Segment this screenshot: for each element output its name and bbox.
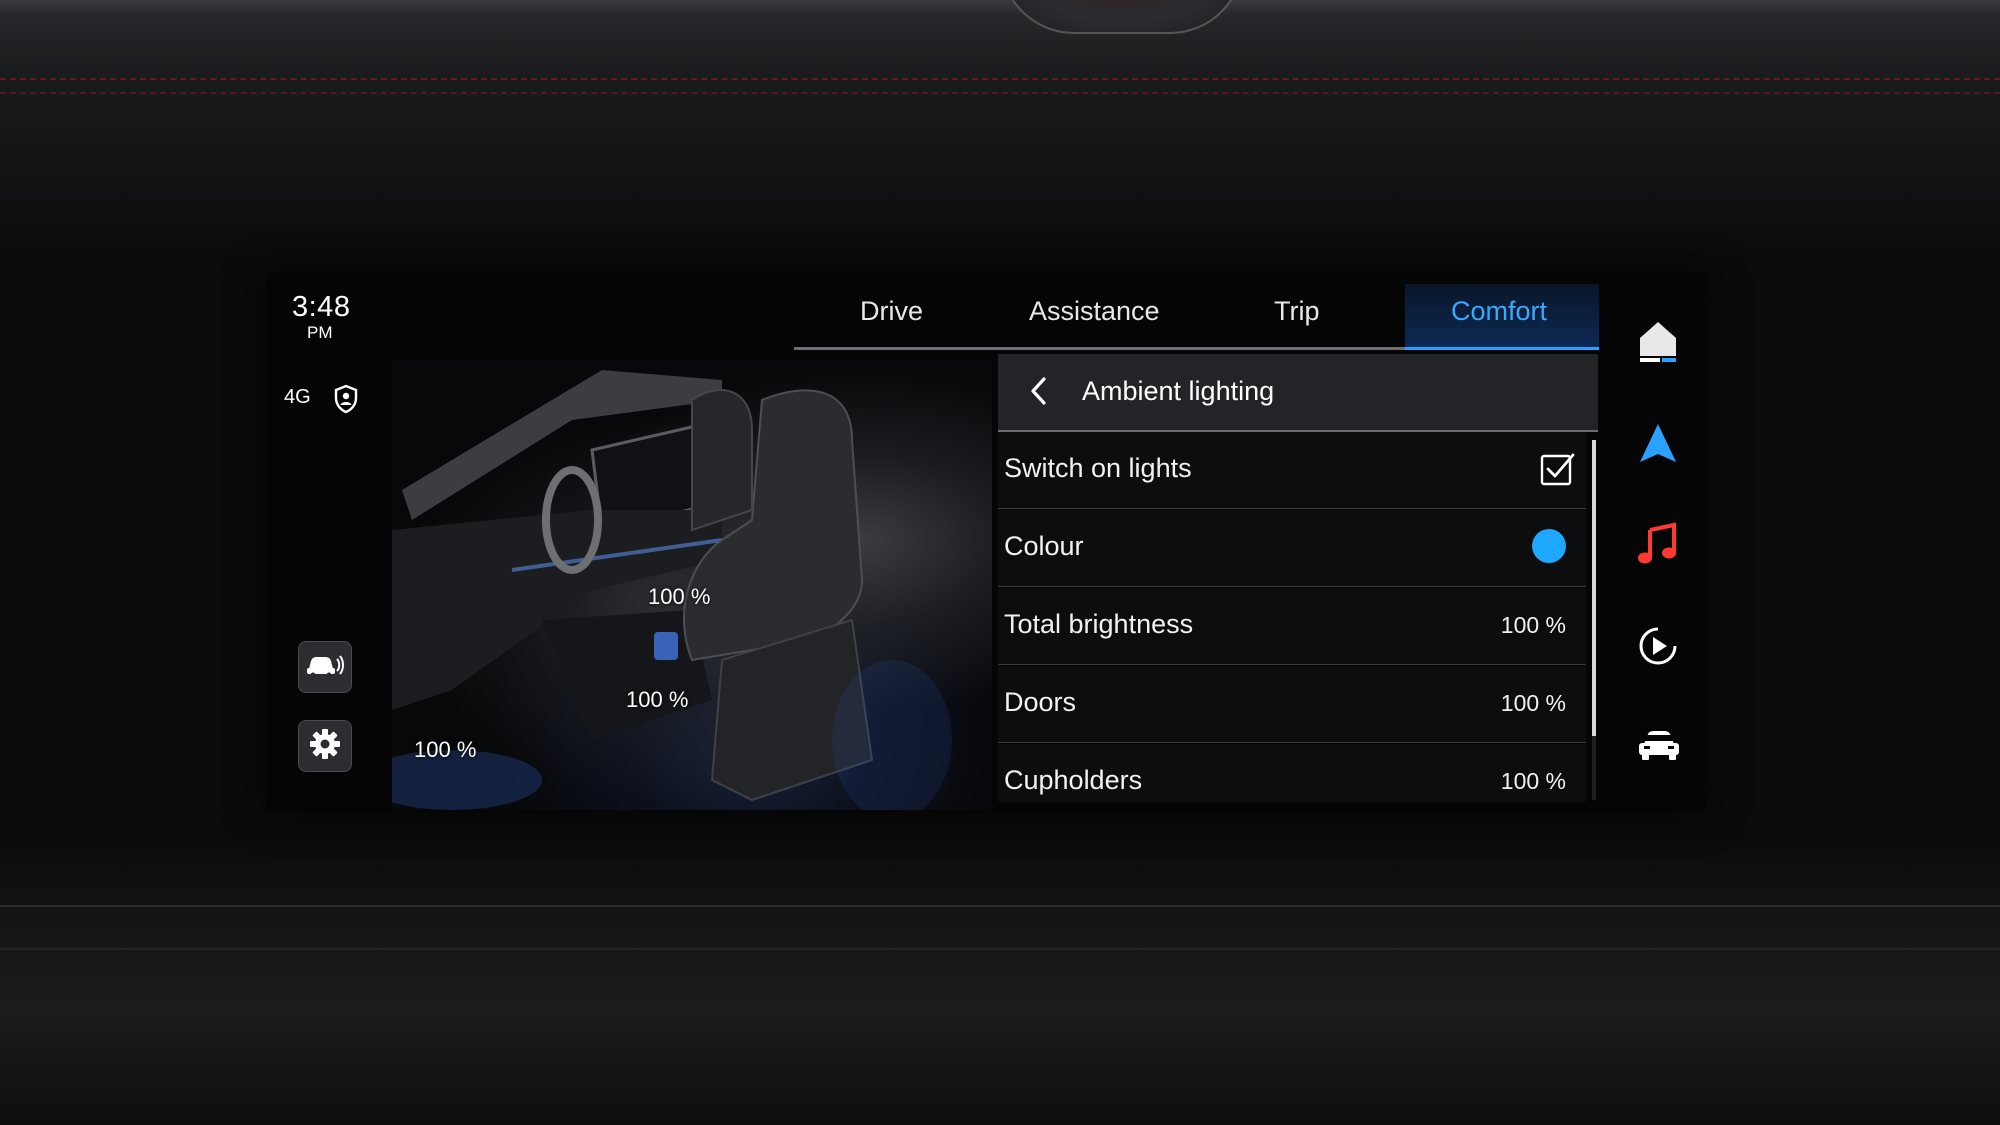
setting-row-doors[interactable] bbox=[998, 666, 1586, 743]
gear-icon bbox=[308, 727, 342, 766]
nav-navigation[interactable] bbox=[1636, 422, 1680, 466]
car-sensor-icon bbox=[305, 651, 345, 684]
clock-time: 3:48 bbox=[292, 291, 351, 323]
privacy-shield-icon bbox=[333, 384, 359, 419]
clock-ampm: PM bbox=[307, 323, 333, 342]
dashboard-top bbox=[0, 0, 2000, 250]
interior-brightness-label: 100 % bbox=[648, 584, 711, 609]
setting-row-colour[interactable] bbox=[998, 510, 1586, 587]
nav-media[interactable] bbox=[1636, 624, 1680, 668]
checkbox-checked-icon bbox=[1540, 453, 1576, 490]
setting-label: Switch on lights bbox=[1004, 453, 1192, 483]
dashboard-stitching bbox=[0, 78, 2000, 84]
lights-checkbox[interactable] bbox=[1540, 452, 1576, 491]
colour-swatch[interactable] bbox=[1532, 529, 1566, 563]
setting-value: 100 % bbox=[1500, 612, 1566, 638]
panel-title: Ambient lighting bbox=[1082, 376, 1275, 406]
setting-value: 100 % bbox=[1500, 768, 1566, 794]
trim-line bbox=[0, 905, 2000, 907]
interior-brightness-label: 100 % bbox=[414, 737, 477, 762]
tab-assistance[interactable]: Assistance bbox=[1029, 296, 1160, 327]
car-icon bbox=[1636, 731, 1682, 770]
back-button[interactable] bbox=[1028, 376, 1050, 411]
tab-trip[interactable]: Trip bbox=[1274, 296, 1320, 327]
setting-label: Doors bbox=[1004, 687, 1077, 717]
home-icon bbox=[1636, 322, 1680, 368]
dashboard-stitching-lower bbox=[0, 92, 2000, 98]
scrollbar-thumb[interactable] bbox=[1592, 440, 1596, 736]
setting-label: Cupholders bbox=[1004, 765, 1143, 795]
trim-line bbox=[0, 948, 2000, 950]
media-play-icon bbox=[1636, 627, 1680, 672]
nav-home[interactable] bbox=[1636, 318, 1680, 362]
setting-value: 100 % bbox=[1500, 690, 1566, 716]
settings-button[interactable] bbox=[298, 720, 352, 772]
music-icon bbox=[1636, 522, 1680, 570]
interior-brightness-label: 100 % bbox=[626, 687, 689, 712]
network-indicator: 4G bbox=[284, 386, 311, 408]
nav-music[interactable] bbox=[1636, 522, 1680, 566]
tab-comfort[interactable]: Comfort bbox=[1451, 296, 1547, 327]
navigation-icon bbox=[1636, 424, 1680, 468]
dashboard-bottom bbox=[0, 830, 2000, 1125]
tab-drive[interactable]: Drive bbox=[860, 296, 923, 327]
setting-label: Total brightness bbox=[1004, 609, 1194, 639]
setting-label: Colour bbox=[1004, 531, 1084, 561]
tab-active-underline bbox=[1405, 347, 1599, 350]
car-sensor-button[interactable] bbox=[298, 641, 352, 693]
chevron-left-icon bbox=[1028, 377, 1050, 410]
nav-car[interactable] bbox=[1636, 726, 1680, 770]
